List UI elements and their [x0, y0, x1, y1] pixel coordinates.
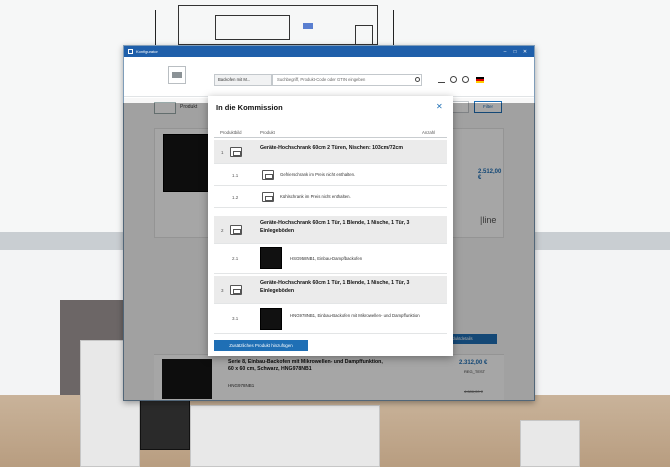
- column-header-product: Produkt: [260, 130, 275, 135]
- table-row[interactable]: 2.1 HSG958NB1, Einbau-Dampfbackofen: [214, 244, 447, 274]
- logo-mark: [172, 72, 182, 78]
- row-number: 2: [221, 228, 224, 233]
- flag-de-icon[interactable]: [476, 77, 484, 83]
- table-row[interactable]: 3 Geräte-Hochschrank 60cm 1 Tür, 1 Blend…: [214, 276, 447, 304]
- window-title: Konfigurator: [136, 49, 158, 54]
- row-number: 1.2: [232, 195, 239, 200]
- floorplan-cabinet: [215, 15, 290, 40]
- row-product-name: HNG978NB1, Einbau-Backofen mit Mikrowell…: [290, 313, 420, 318]
- table-row[interactable]: 3.1 HNG978NB1, Einbau-Backofen mit Mikro…: [214, 304, 447, 334]
- row-product-name: Geräte-Hochschrank 60cm 2 Türen, Nischen…: [260, 145, 404, 151]
- column-header-quantity: Anzahl: [422, 130, 436, 135]
- row-number: 1: [221, 150, 224, 155]
- close-icon[interactable]: ✕: [436, 102, 443, 111]
- row-product-name: HSG958NB1, Einbau-Dampfbackofen: [290, 256, 363, 261]
- table-row[interactable]: 2 Geräte-Hochschrank 60cm 1 Tür, 1 Blend…: [214, 216, 447, 244]
- product-thumbnail: [260, 247, 282, 269]
- cart-icon[interactable]: [438, 76, 445, 83]
- kitchen-cabinet: [520, 420, 580, 467]
- window-close-button[interactable]: ✕: [520, 49, 530, 55]
- row-number: 3.1: [232, 316, 239, 321]
- product-thumbnail: [260, 308, 282, 330]
- table-header: Produktbild Produkt Anzahl: [214, 126, 447, 138]
- app-icon: [128, 49, 133, 54]
- cabinet-icon: [230, 147, 242, 157]
- settings-icon[interactable]: [450, 76, 457, 83]
- row-number: 1.1: [232, 173, 239, 178]
- minimize-button[interactable]: –: [500, 49, 510, 55]
- row-product-name: Kühlschrank im Preis nicht enthalten.: [280, 194, 351, 199]
- site-header: Backofen mit M... Suchbegriff, Produkt-C…: [124, 57, 534, 97]
- table-row[interactable]: 1.2 Kühlschrank im Preis nicht enthalten…: [214, 186, 447, 208]
- search-scope-dropdown[interactable]: Backofen mit M...: [214, 74, 272, 86]
- add-product-button[interactable]: Zusätzliches Produkt hinzufügen: [214, 340, 308, 351]
- commission-modal: In die Kommission ✕ Produktbild Produkt …: [208, 96, 453, 356]
- column-header-image: Produktbild: [220, 130, 242, 135]
- dimension-line: [155, 10, 156, 50]
- table-row[interactable]: 1.1 Gefrierschrank im Preis nicht enthal…: [214, 164, 447, 186]
- modal-title: In die Kommission: [216, 103, 283, 112]
- maximize-button[interactable]: □: [510, 49, 520, 55]
- appliance-icon: [262, 192, 274, 202]
- brand-logo[interactable]: [168, 66, 186, 84]
- user-icon[interactable]: [462, 76, 469, 83]
- floorplan-cabinet: [355, 25, 373, 45]
- kitchen-oven: [140, 400, 190, 450]
- table-row[interactable]: 1 Geräte-Hochschrank 60cm 2 Türen, Nisch…: [214, 140, 447, 164]
- search-input[interactable]: Suchbegriff, Produkt-Code oder GTIN eing…: [272, 74, 422, 86]
- row-product-name: Geräte-Hochschrank 60cm 1 Tür, 1 Blende,…: [260, 220, 410, 234]
- dimension-line: [393, 10, 394, 50]
- row-number: 2.1: [232, 256, 239, 261]
- window-titlebar: Konfigurator – □ ✕: [124, 46, 534, 57]
- row-product-name: Gefrierschrank im Preis nicht enthalten.: [280, 172, 356, 177]
- row-product-name: Geräte-Hochschrank 60cm 1 Tür, 1 Blende,…: [260, 280, 410, 294]
- cabinet-icon: [230, 285, 242, 295]
- search-icon[interactable]: [415, 77, 420, 82]
- arrow-icon: [303, 23, 313, 29]
- cabinet-icon: [230, 225, 242, 235]
- kitchen-counter: [190, 405, 380, 467]
- row-number: 3: [221, 288, 224, 293]
- appliance-icon: [262, 170, 274, 180]
